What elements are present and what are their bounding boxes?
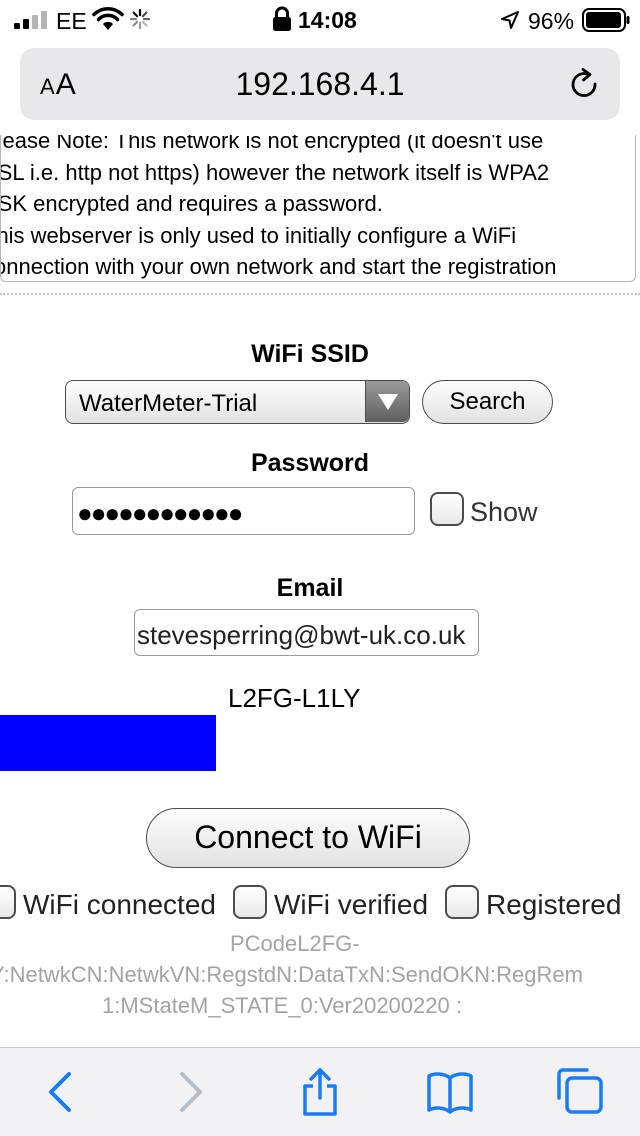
notice-line: PSK encrypted and requires a password.: [0, 191, 383, 216]
debug-line: Y:NetwkCN:NetwkVN:RegstdN:DataTxN:SendOK…: [0, 962, 583, 987]
progress-bar: [0, 715, 216, 771]
email-label: Email: [276, 574, 344, 602]
debug-line: PCodeL2FG-: [230, 931, 360, 956]
loading-icon: [130, 9, 150, 29]
registered-label: Registered: [486, 889, 622, 920]
lock-icon: [273, 6, 291, 31]
connect-wifi-button[interactable]: Connect to WiFi: [146, 808, 470, 868]
debug-line: 1:MStateM_STATE_0:Ver20200220 :: [102, 993, 462, 1018]
address-bar[interactable]: AA 192.168.4.1: [20, 48, 620, 120]
notice-line: connection with your own network and sta…: [0, 254, 557, 279]
location-icon: [501, 11, 519, 29]
battery-percentage: 96%: [528, 8, 575, 34]
back-icon[interactable]: [37, 1068, 85, 1116]
show-password-checkbox[interactable]: [430, 492, 464, 526]
email-input[interactable]: stevesperring@bwt-uk.co.uk: [134, 609, 479, 656]
search-button[interactable]: Search: [422, 380, 553, 424]
signal-icon: [14, 11, 47, 29]
wifi-verified-label: WiFi verified: [274, 889, 429, 920]
divider: [0, 293, 640, 295]
carrier-name: EE: [56, 8, 87, 34]
clock: 14:08: [298, 7, 357, 33]
url-text[interactable]: 192.168.4.1: [20, 66, 620, 103]
forward-icon[interactable]: [166, 1068, 214, 1116]
notice-box: Please Note: This network is not encrypt…: [0, 135, 636, 282]
ssid-select[interactable]: WaterMeter-Trial: [65, 380, 410, 424]
tabs-icon[interactable]: [555, 1068, 603, 1116]
wifi-connected-label: WiFi connected: [23, 889, 216, 920]
password-input[interactable]: ●●●●●●●●●●●●: [72, 487, 415, 535]
status-checks: WiFi connected WiFi verified Registered: [0, 883, 640, 923]
notice-line: This webserver is only used to initially…: [0, 222, 517, 248]
bookmarks-icon[interactable]: [426, 1068, 474, 1116]
ssid-label: WiFi SSID: [251, 340, 369, 368]
dropdown-arrow-icon[interactable]: [365, 381, 409, 422]
show-password-label[interactable]: Show: [470, 497, 538, 528]
share-icon[interactable]: [296, 1068, 344, 1116]
reload-icon[interactable]: [568, 68, 602, 102]
notice-line: Please Note: This network is not encrypt…: [0, 135, 544, 153]
registered-checkbox[interactable]: [445, 885, 479, 919]
notice-line: SSL i.e. http not https) however the net…: [0, 159, 550, 185]
battery-icon: [582, 8, 630, 32]
status-bar: EE 14:08 96%: [0, 0, 640, 40]
password-label: Password: [250, 449, 370, 477]
wifi-icon: [92, 7, 124, 30]
ssid-selected-value: WaterMeter-Trial: [79, 390, 258, 417]
device-code: L2FG-L1LY: [228, 683, 361, 713]
wifi-connected-checkbox[interactable]: [0, 885, 16, 919]
wifi-verified-checkbox[interactable]: [233, 885, 267, 919]
browser-toolbar: [0, 1047, 640, 1136]
notice-text: Please Note: This network is not encrypt…: [0, 135, 619, 281]
